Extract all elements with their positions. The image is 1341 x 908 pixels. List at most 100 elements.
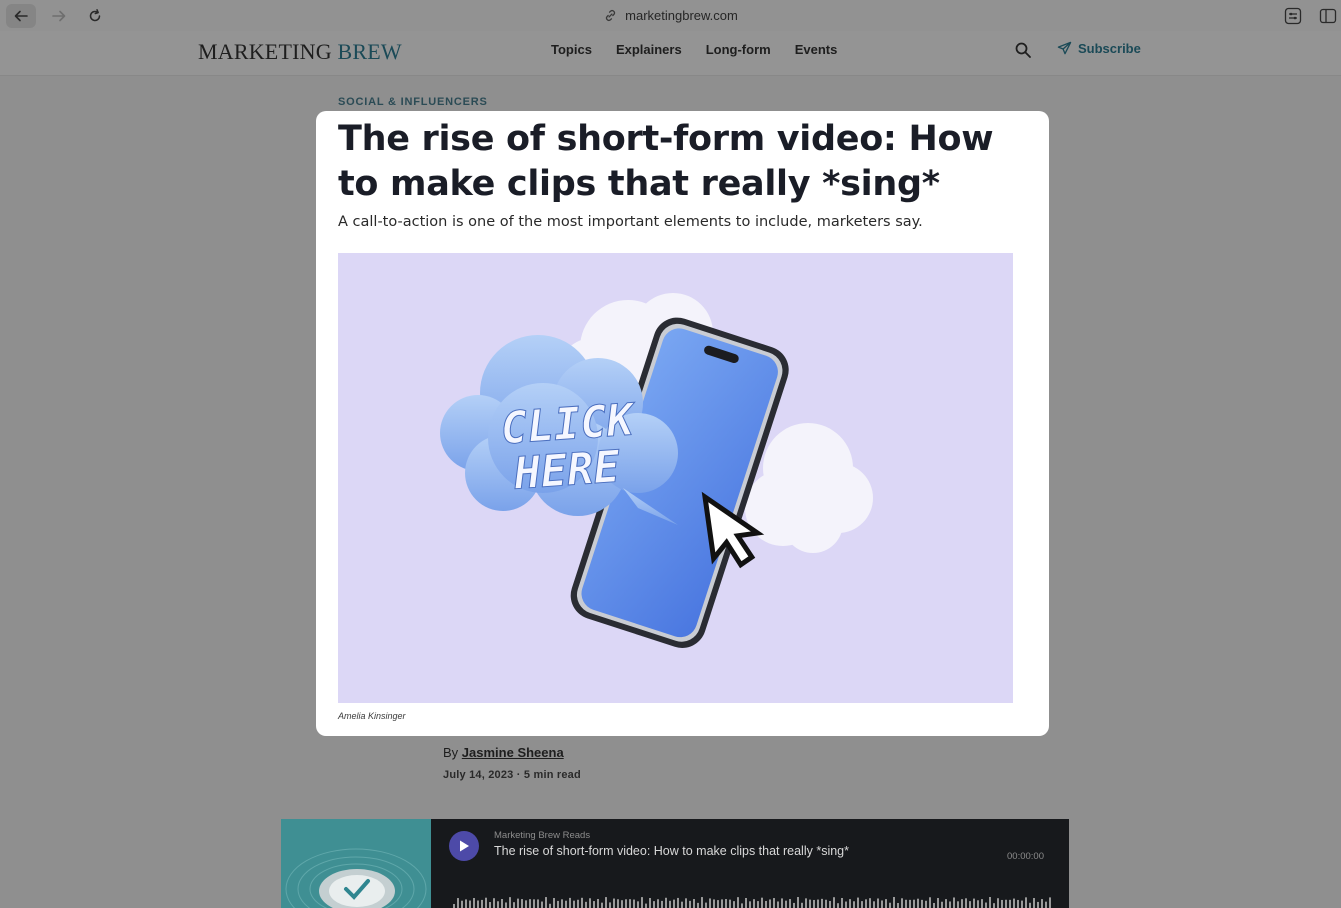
hero-illustration: CLICK HERE xyxy=(440,293,873,648)
search-icon xyxy=(1015,42,1031,58)
article-dek: A call-to-action is one of the most impo… xyxy=(338,214,923,230)
waveform-bar xyxy=(793,902,795,908)
waveform-bar xyxy=(821,898,823,908)
waveform-bar xyxy=(785,900,787,908)
waveform-bar xyxy=(997,898,999,908)
waveform-bar xyxy=(913,899,915,908)
nav-item-explainers[interactable]: Explainers xyxy=(616,42,682,57)
waveform-bar xyxy=(717,900,719,908)
waveform-scrubber[interactable] xyxy=(453,895,1053,908)
waveform-bar xyxy=(861,901,863,908)
waveform-bar xyxy=(961,899,963,908)
article-category[interactable]: SOCIAL & INFLUENCERS xyxy=(338,96,488,108)
waveform-bar xyxy=(753,899,755,908)
url-text[interactable]: marketingbrew.com xyxy=(625,8,738,23)
waveform-bar xyxy=(685,898,687,908)
waveform-bar xyxy=(693,899,695,908)
waveform-bar xyxy=(989,897,991,908)
nav-item-long-form[interactable]: Long-form xyxy=(706,42,771,57)
sidebar-toggle-button[interactable] xyxy=(1318,6,1338,26)
read-time: · 5 min read xyxy=(516,769,581,781)
waveform-bar xyxy=(1001,899,1003,908)
waveform-bar xyxy=(481,899,483,908)
back-button[interactable] xyxy=(6,4,36,28)
waveform-bar xyxy=(917,898,919,908)
waveform-bar xyxy=(845,901,847,908)
waveform-bar xyxy=(1045,901,1047,908)
waveform-bar xyxy=(601,902,603,908)
waveform-bar xyxy=(1009,899,1011,908)
waveform-bar xyxy=(889,902,891,908)
waveform-bar xyxy=(809,899,811,908)
waveform-bar xyxy=(981,899,983,908)
waveform-bar xyxy=(453,904,455,908)
waveform-bar xyxy=(853,901,855,908)
waveform-bar xyxy=(765,900,767,908)
waveform-bar xyxy=(877,898,879,908)
send-icon xyxy=(1057,41,1072,55)
arrow-left-icon xyxy=(14,10,28,22)
logo-main: Marketing xyxy=(198,39,332,64)
waveform-bar xyxy=(973,898,975,908)
waveform-bar xyxy=(929,897,931,908)
nav-item-topics[interactable]: Topics xyxy=(551,42,592,57)
waveform-bar xyxy=(1005,899,1007,908)
waveform-bar xyxy=(473,898,475,908)
waveform-bar xyxy=(817,899,819,908)
waveform-bar xyxy=(953,897,955,908)
waveform-bar xyxy=(841,898,843,908)
waveform-bar xyxy=(781,898,783,908)
waveform-bar xyxy=(641,897,643,908)
waveform-bar xyxy=(805,898,807,908)
waveform-bar xyxy=(965,898,967,908)
waveform-bar xyxy=(517,898,519,908)
logo-accent: Brew xyxy=(337,39,402,64)
waveform-bar xyxy=(525,900,527,908)
waveform-bar xyxy=(725,899,727,908)
reader-button[interactable] xyxy=(1283,6,1303,26)
waveform-bar xyxy=(545,897,547,908)
search-button[interactable] xyxy=(1014,41,1034,61)
waveform-bar xyxy=(573,900,575,908)
arrow-right-icon xyxy=(52,10,66,22)
site-logo[interactable]: Marketing Brew xyxy=(198,39,402,65)
waveform-bar xyxy=(701,897,703,908)
reload-button[interactable] xyxy=(80,4,110,28)
waveform-bar xyxy=(1029,902,1031,908)
waveform-bar xyxy=(837,903,839,908)
waveform-bar xyxy=(993,903,995,908)
waveform-bar xyxy=(653,901,655,908)
waveform-bar xyxy=(745,898,747,908)
forward-button[interactable] xyxy=(44,4,74,28)
waveform-bar xyxy=(733,901,735,908)
waveform-bar xyxy=(941,901,943,908)
waveform-bar xyxy=(589,898,591,908)
waveform-bar xyxy=(561,899,563,908)
waveform-bar xyxy=(921,899,923,908)
waveform-bar xyxy=(729,899,731,908)
author-link[interactable]: Jasmine Sheena xyxy=(462,745,564,760)
waveform-bar xyxy=(901,898,903,908)
podcast-artwork-graphic xyxy=(281,819,431,908)
subscribe-button[interactable]: Subscribe xyxy=(1057,41,1141,56)
waveform-bar xyxy=(893,897,895,908)
podcast-artwork xyxy=(281,819,431,908)
waveform-bar xyxy=(469,900,471,908)
waveform-bar xyxy=(613,898,615,908)
waveform-bar xyxy=(493,898,495,908)
waveform-bar xyxy=(657,899,659,908)
waveform-bar xyxy=(669,900,671,908)
waveform-bar xyxy=(713,899,715,908)
waveform-bar xyxy=(1017,899,1019,908)
play-button[interactable] xyxy=(449,831,479,861)
waveform-bar xyxy=(569,897,571,908)
waveform-bar xyxy=(945,899,947,908)
waveform-bar xyxy=(501,899,503,908)
waveform-bar xyxy=(549,903,551,908)
nav-item-events[interactable]: Events xyxy=(795,42,838,57)
waveform-bar xyxy=(813,899,815,908)
waveform-bar xyxy=(533,899,535,908)
waveform-bar xyxy=(909,899,911,908)
waveform-bar xyxy=(773,898,775,908)
waveform-bar xyxy=(537,899,539,908)
